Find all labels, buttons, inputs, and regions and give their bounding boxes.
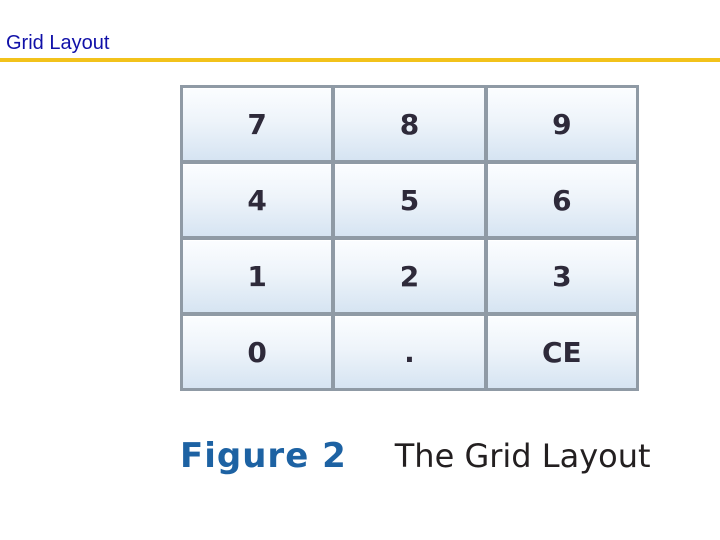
keypad-grid: 7 8 9 4 5 6 1 2 3 0 . CE xyxy=(180,85,639,391)
key-clear-entry[interactable]: CE xyxy=(487,316,636,388)
key-4[interactable]: 4 xyxy=(183,164,332,236)
key-2[interactable]: 2 xyxy=(335,240,484,312)
slide-title: Grid Layout xyxy=(6,32,110,54)
key-9[interactable]: 9 xyxy=(487,88,636,160)
key-6[interactable]: 6 xyxy=(487,164,636,236)
key-1[interactable]: 1 xyxy=(183,240,332,312)
key-3[interactable]: 3 xyxy=(487,240,636,312)
key-decimal[interactable]: . xyxy=(335,316,484,388)
title-divider xyxy=(0,58,720,62)
key-5[interactable]: 5 xyxy=(335,164,484,236)
figure-label: Figure 2 xyxy=(180,436,347,476)
key-8[interactable]: 8 xyxy=(335,88,484,160)
figure-title: The Grid Layout xyxy=(394,437,651,475)
key-7[interactable]: 7 xyxy=(183,88,332,160)
figure-caption: Figure 2 The Grid Layout xyxy=(180,436,651,476)
key-0[interactable]: 0 xyxy=(183,316,332,388)
